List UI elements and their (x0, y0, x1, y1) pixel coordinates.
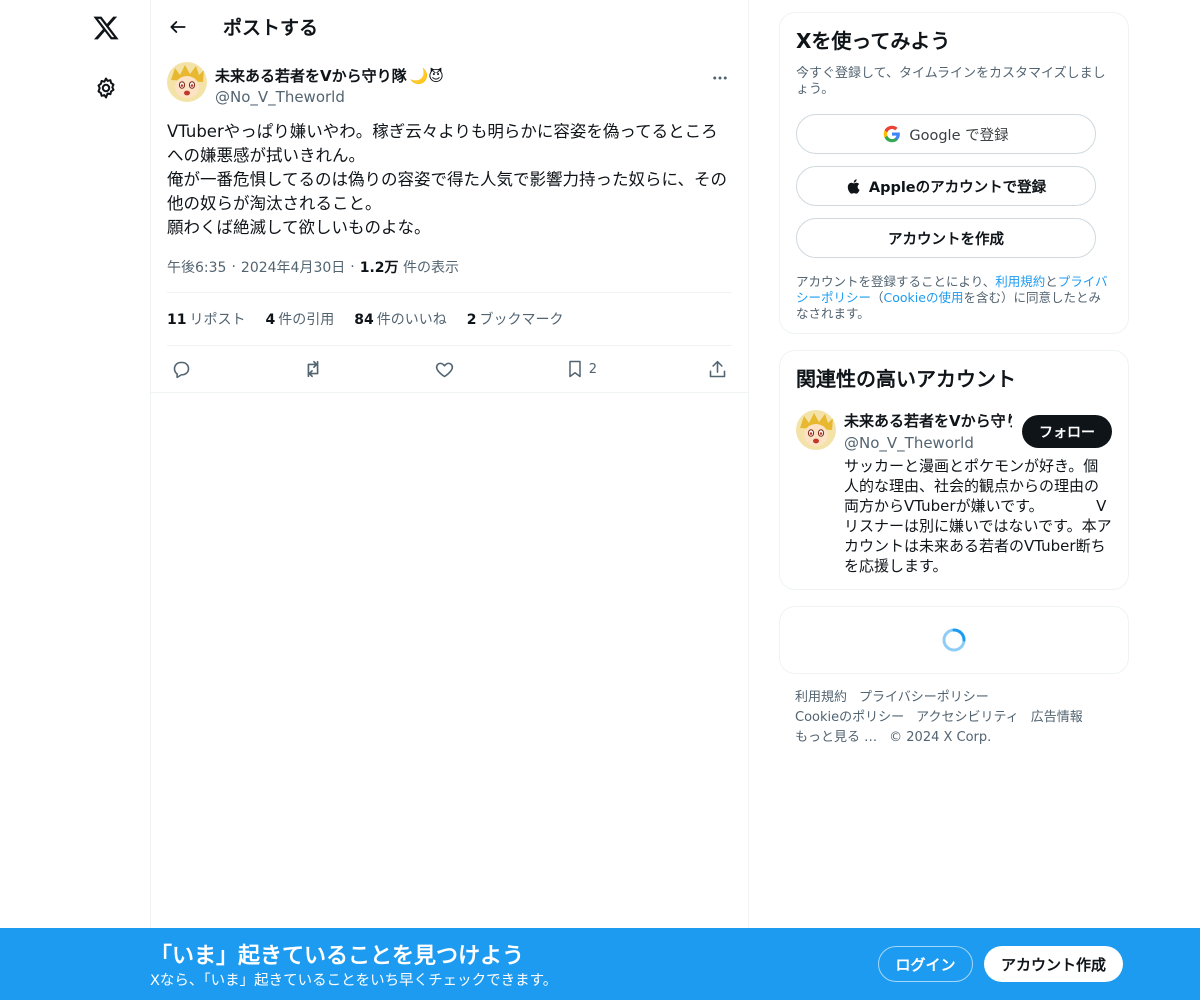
footer-link-ads[interactable]: 広告情報 (1031, 710, 1083, 725)
cookie-link[interactable]: Cookieの使用 (884, 290, 964, 305)
stat-bookmarks[interactable]: 2 ブックマーク (467, 309, 564, 329)
stat-quotes[interactable]: 4 件の引用 (265, 309, 334, 329)
footer-link-cookie[interactable]: Cookieのポリシー (795, 710, 904, 725)
footer-copyright: © 2024 X Corp. (889, 730, 992, 745)
stat-count: 4 (265, 312, 276, 328)
terms-text: アカウントを登録することにより、利用規約とプライバシーポリシー（Cookieの使… (796, 274, 1112, 322)
signup-card: Xを使ってみよう 今すぐ登録して、タイムラインをカスタマイズしましょう。 Goo… (779, 12, 1129, 334)
bottom-bar-subtitle: Xなら、「いま」起きていることをいち早くチェックできます。 (150, 973, 558, 989)
reply-button[interactable] (171, 354, 192, 384)
post-time[interactable]: 午後6:35 (167, 257, 226, 277)
page-header: ポストする (151, 0, 748, 53)
post-text: VTuberやっぱり嫌いやわ。稼ぎ云々よりも明らかに容姿を偽ってるところへの嫌悪… (167, 122, 728, 237)
author-name-text: 未来ある若者をVから守り隊 (215, 67, 407, 85)
back-arrow-icon[interactable] (167, 16, 189, 38)
stat-likes[interactable]: 84 件のいいね (354, 309, 446, 329)
apple-signup-button[interactable]: Appleのアカウントで登録 (796, 166, 1096, 206)
views-label: 件の表示 (402, 260, 459, 276)
avatar[interactable] (167, 62, 207, 102)
footer-links: 利用規約 プライバシーポリシー Cookieのポリシー アクセシビリティ 広告情報 も… (795, 688, 1115, 748)
terms-link[interactable]: 利用規約 (995, 274, 1045, 289)
terms-prefix: アカウントを登録することにより、 (796, 274, 996, 289)
settings-gear-icon[interactable] (86, 68, 126, 108)
x-logo-icon[interactable] (86, 8, 126, 48)
signup-bottom-bar: 「いま」起きていることを見つけよう Xなら、「いま」起きていることをいち早くチェ… (0, 928, 1200, 1000)
meta-separator: · (231, 259, 236, 275)
stat-label: 件のいいね (376, 312, 447, 328)
stat-reposts[interactable]: 11 リポスト (167, 309, 245, 329)
author-handle[interactable]: @No_V_Theworld (215, 88, 444, 106)
loading-spinner-icon (942, 628, 966, 652)
meta-separator: · (350, 259, 355, 275)
google-signup-button[interactable]: Google で登録 (796, 114, 1096, 154)
post-stats: 11 リポスト 4 件の引用 84 件のいいね 2 ブックマーク (167, 292, 732, 345)
loading-card (779, 606, 1129, 674)
signup-button[interactable]: アカウント作成 (984, 946, 1123, 982)
repost-button[interactable] (302, 354, 324, 384)
bookmark-count: 2 (588, 361, 598, 377)
like-button[interactable] (434, 354, 455, 384)
repost-icon (307, 360, 319, 378)
bookmark-button[interactable]: 2 (565, 354, 597, 384)
stat-label: ブックマーク (479, 312, 564, 328)
divider (151, 392, 748, 393)
page-title: ポストする (223, 17, 319, 39)
signup-subtitle: 今すぐ登録して、タイムラインをカスタマイズしましょう。 (796, 66, 1106, 97)
footer-link-terms[interactable]: 利用規約 (795, 690, 847, 705)
footer-link-accessibility[interactable]: アクセシビリティ (916, 710, 1019, 725)
heart-icon (435, 362, 453, 377)
related-account[interactable]: 未来ある若者をVから守り隊 @No_V_Theworld サッカーと漫画とポケモ… (796, 410, 1112, 576)
more-options-icon[interactable] (708, 66, 732, 90)
create-account-button[interactable]: アカウントを作成 (796, 218, 1096, 258)
stat-label: 件の引用 (278, 312, 335, 328)
login-button[interactable]: ログイン (878, 946, 973, 982)
stat-label: リポスト (189, 312, 246, 328)
google-signup-label: Google で登録 (909, 127, 1009, 144)
related-title: 関連性の高いアカウント (796, 367, 1016, 391)
related-bio: サッカーと漫画とポケモンが好き。個人的な理由、社会的観点からの理由の両方からVT… (844, 457, 1112, 575)
author-emoji: 🌙😈 (409, 66, 444, 85)
post-actions: 2 (167, 345, 732, 392)
views-count: 1.2万 (359, 260, 399, 276)
views: 1.2万 件の表示 (360, 257, 459, 277)
create-account-label: アカウントを作成 (888, 231, 1004, 248)
related-name[interactable]: 未来ある若者をVから守り隊 (844, 410, 1012, 431)
main-column: ポストする 未来ある若者をVから守り隊 🌙😈 @No_V_Theworld VT… (150, 0, 749, 1000)
related-accounts-card: 関連性の高いアカウント 未来ある若者をVから守り隊 @No_V_Theworld… (779, 350, 1129, 590)
terms-paren: （ (871, 290, 884, 305)
terms-and: と (1045, 274, 1058, 289)
post-meta: 午後6:35 · 2024年4月30日 · 1.2万 件の表示 (167, 256, 732, 278)
left-nav (0, 0, 150, 1000)
stat-count: 11 (167, 312, 187, 328)
follow-button[interactable]: フォロー (1022, 415, 1112, 448)
stat-count: 2 (466, 312, 477, 328)
share-icon (709, 360, 726, 377)
bottom-bar-title: 「いま」起きていることを見つけよう (150, 944, 525, 969)
post-author: 未来ある若者をVから守り隊 🌙😈 @No_V_Theworld (167, 62, 732, 110)
post: 未来ある若者をVから守り隊 🌙😈 @No_V_Theworld VTuberやっ… (151, 62, 748, 393)
author-info: 未来ある若者をVから守り隊 🌙😈 @No_V_Theworld (215, 65, 444, 107)
stat-count: 84 (354, 312, 374, 328)
footer-link-privacy[interactable]: プライバシーポリシー (859, 690, 989, 705)
avatar[interactable] (796, 410, 836, 450)
apple-signup-label: Appleのアカウントで登録 (868, 179, 1047, 196)
apple-icon (847, 178, 860, 194)
post-date[interactable]: 2024年4月30日 (241, 257, 345, 277)
signup-title: Xを使ってみよう (796, 29, 951, 53)
author-name[interactable]: 未来ある若者をVから守り隊 🌙😈 (215, 65, 444, 86)
reply-icon (173, 361, 190, 378)
bookmark-icon (569, 360, 581, 378)
share-button[interactable] (707, 354, 728, 384)
footer-link-more[interactable]: もっと見る … (795, 730, 877, 745)
